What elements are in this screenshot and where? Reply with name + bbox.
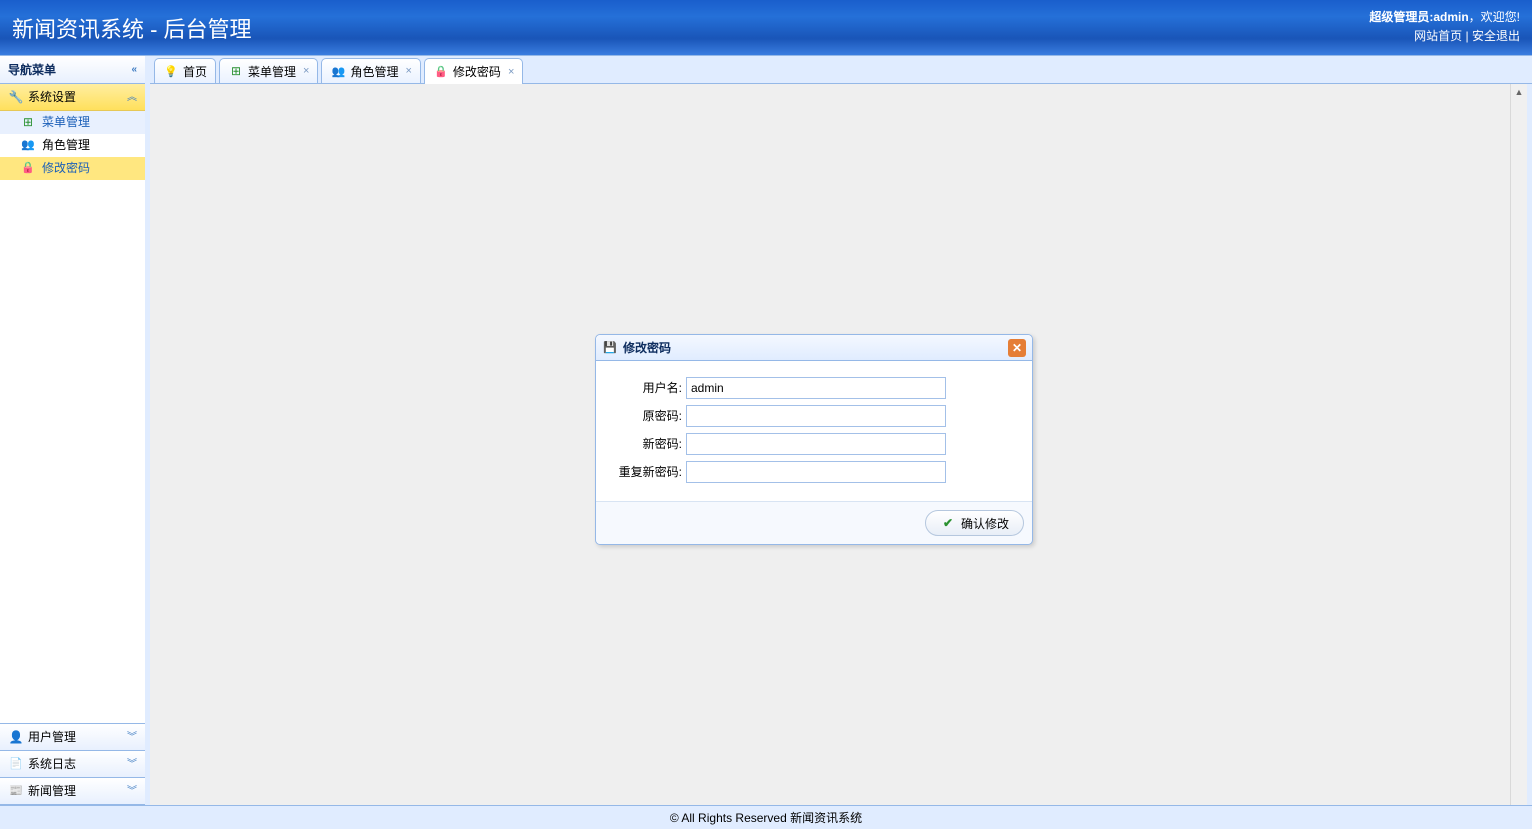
new-password-input[interactable] xyxy=(686,433,946,455)
change-password-dialog: 修改密码 ✕ 用户名: 原密码: 新密码: xyxy=(595,334,1033,545)
repeat-password-input[interactable] xyxy=(686,461,946,483)
lock-icon xyxy=(20,161,36,177)
close-icon[interactable]: × xyxy=(508,66,514,78)
dialog-close-button[interactable]: ✕ xyxy=(1008,339,1026,357)
collapse-sidebar-icon[interactable]: « xyxy=(131,56,137,84)
app-header: 新闻资讯系统 - 后台管理 超级管理员:admin，欢迎您! 网站首页 | 安全… xyxy=(0,0,1532,55)
sidebar-item-role-mgmt[interactable]: 角色管理 xyxy=(0,134,145,157)
chevron-down-icon: ︾ xyxy=(127,751,137,778)
users-icon xyxy=(20,138,36,154)
chevron-down-icon: ︾ xyxy=(127,778,137,805)
dialog-footer: 确认修改 xyxy=(596,501,1032,544)
header-user-area: 超级管理员:admin，欢迎您! 网站首页 | 安全退出 xyxy=(1369,8,1520,44)
link-site-home[interactable]: 网站首页 xyxy=(1414,29,1462,43)
dialog-header[interactable]: 修改密码 ✕ xyxy=(596,335,1032,361)
rss-icon xyxy=(8,783,24,799)
tab-home[interactable]: 首页 xyxy=(154,58,216,83)
scrollbar[interactable]: ▲ xyxy=(1510,84,1527,805)
tab-menu-mgmt[interactable]: 菜单管理 × xyxy=(219,58,318,83)
link-logout[interactable]: 安全退出 xyxy=(1472,29,1520,43)
repeat-password-label: 重复新密码: xyxy=(614,461,686,483)
scroll-up-icon[interactable]: ▲ xyxy=(1511,84,1527,101)
old-password-input[interactable] xyxy=(686,405,946,427)
panel-system-log[interactable]: 系统日志 ︾ xyxy=(0,751,145,778)
welcome-text: 超级管理员:admin，欢迎您! xyxy=(1369,8,1520,25)
lock-icon xyxy=(433,64,449,80)
app-title: 新闻资讯系统 - 后台管理 xyxy=(12,8,252,44)
panel-user-mgmt[interactable]: 用户管理 ︾ xyxy=(0,724,145,751)
tab-change-password[interactable]: 修改密码 × xyxy=(424,58,523,84)
panel-system-settings-body: 菜单管理 角色管理 修改密码 xyxy=(0,111,145,180)
grid-icon xyxy=(228,63,244,79)
sidebar-item-menu-mgmt[interactable]: 菜单管理 xyxy=(0,111,145,134)
check-icon xyxy=(940,515,956,531)
dialog-title: 修改密码 xyxy=(623,339,671,356)
content-pane: ▲ 修改密码 ✕ 用户名: 原密码: xyxy=(150,84,1532,805)
doc-icon xyxy=(8,756,24,772)
old-password-label: 原密码: xyxy=(614,405,686,427)
sidebar-item-change-password[interactable]: 修改密码 xyxy=(0,157,145,180)
user-icon xyxy=(8,729,24,745)
username-input[interactable] xyxy=(686,377,946,399)
save-icon xyxy=(602,340,618,356)
confirm-modify-button[interactable]: 确认修改 xyxy=(925,510,1024,536)
sidebar-title: 导航菜单 xyxy=(8,56,56,84)
username-label: 用户名: xyxy=(614,377,686,399)
new-password-label: 新密码: xyxy=(614,433,686,455)
close-icon[interactable]: × xyxy=(405,65,411,77)
tabstrip: 首页 菜单管理 × 角色管理 × 修改密码 × xyxy=(150,56,1532,84)
bulb-icon xyxy=(163,63,179,79)
sidebar-accordion: 🔧系统设置 ︽ 菜单管理 角色管理 修改密码 用户管理 xyxy=(0,84,145,805)
sidebar-header: 导航菜单 « xyxy=(0,56,145,84)
accordion-spacer xyxy=(0,180,145,724)
users-icon xyxy=(330,63,346,79)
sidebar: 导航菜单 « 🔧系统设置 ︽ 菜单管理 角色管理 修改密码 xyxy=(0,56,150,805)
panel-news-mgmt[interactable]: 新闻管理 ︾ xyxy=(0,778,145,805)
panel-system-settings[interactable]: 🔧系统设置 ︽ xyxy=(0,84,145,111)
grid-icon xyxy=(20,115,36,131)
chevron-down-icon: ︾ xyxy=(127,724,137,751)
dialog-body: 用户名: 原密码: 新密码: 重复新密码: xyxy=(596,361,1032,501)
wrench-icon: 🔧 xyxy=(8,89,24,105)
tab-role-mgmt[interactable]: 角色管理 × xyxy=(321,58,420,83)
main-area: 首页 菜单管理 × 角色管理 × 修改密码 × ▲ xyxy=(150,56,1532,805)
chevron-up-icon: ︽ xyxy=(127,84,137,111)
footer: © All Rights Reserved 新闻资讯系统 xyxy=(0,805,1532,829)
close-icon[interactable]: × xyxy=(303,65,309,77)
